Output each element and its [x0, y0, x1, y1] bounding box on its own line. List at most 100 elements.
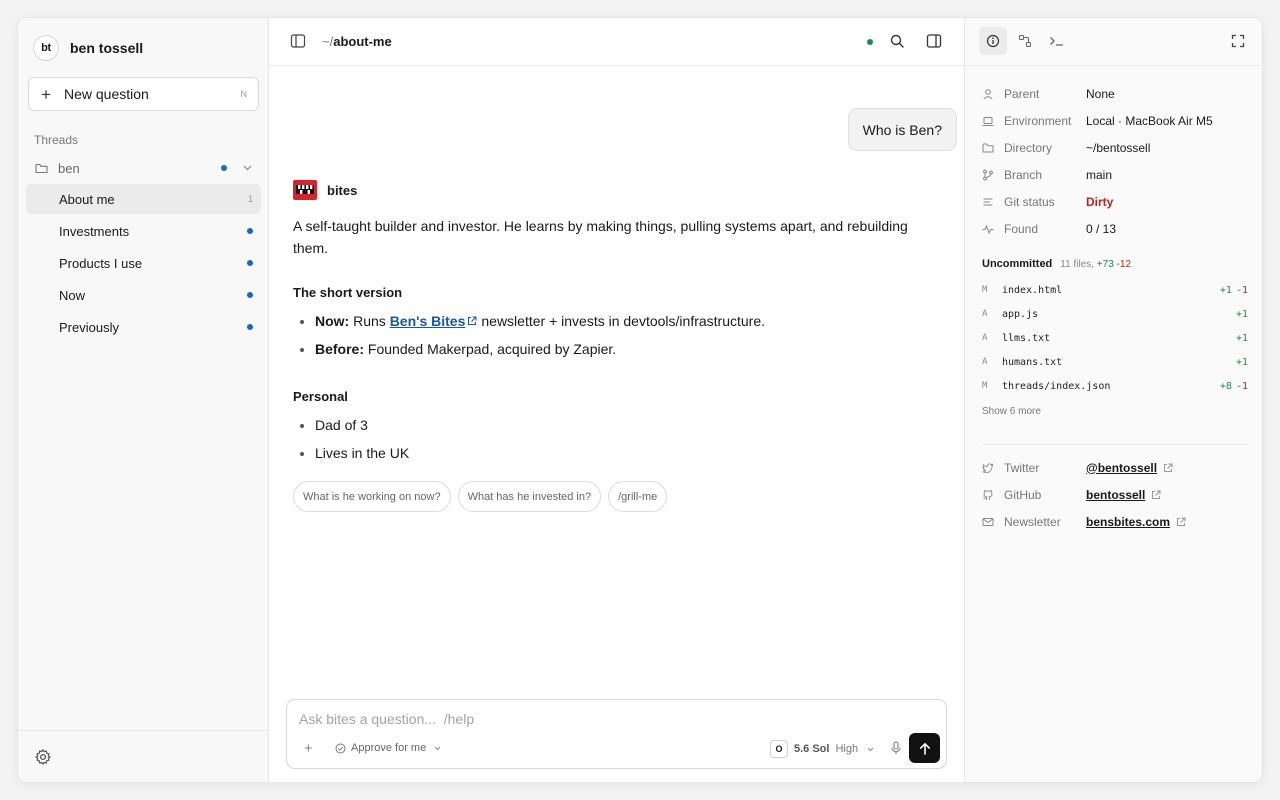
- chevron-down-icon[interactable]: [243, 165, 252, 171]
- show-more-link[interactable]: Show 6 more: [982, 406, 1041, 417]
- prop-value: ~/bentossell: [1086, 140, 1151, 155]
- folder-icon: [982, 142, 994, 154]
- lines-removed: -12: [1116, 259, 1131, 270]
- file-row[interactable]: M index.html +1 -1: [982, 278, 1248, 302]
- properties-list: Parent None Environment Local · MacBook …: [982, 80, 1248, 242]
- file-name: app.js: [1002, 308, 1039, 320]
- uncommitted-summary: 11 files, +73 -12: [1060, 259, 1131, 270]
- arrow-up-icon: [919, 742, 931, 755]
- file-additions: +8: [1219, 380, 1232, 392]
- panel-toggle-icon[interactable]: [926, 33, 942, 49]
- unread-dot: [247, 324, 253, 330]
- suggestion-chip[interactable]: What is he working on now?: [293, 481, 451, 512]
- file-row[interactable]: M threads/index.json +8 -1: [982, 374, 1248, 398]
- new-question-button[interactable]: + New question N: [28, 77, 259, 111]
- chevron-down-icon: [434, 746, 441, 751]
- tab-graph[interactable]: [1011, 27, 1039, 55]
- prop-git-status: Git status Dirty: [982, 188, 1248, 215]
- thread-name: Previously: [59, 319, 119, 335]
- suggestion-chips: What is he working on now? What has he i…: [293, 481, 941, 512]
- before-label: Before:: [315, 341, 365, 357]
- top-bar: ~/about-me: [269, 18, 964, 66]
- user-message: Who is Ben?: [847, 108, 957, 151]
- suggestion-chip[interactable]: What has he invested in?: [457, 481, 602, 512]
- github-icon: [982, 489, 994, 501]
- folder-row-ben[interactable]: ben: [26, 156, 261, 180]
- file-row[interactable]: A app.js +1: [982, 302, 1248, 326]
- link-key: Twitter: [1004, 460, 1040, 475]
- tab-terminal[interactable]: [1043, 27, 1071, 55]
- github-link[interactable]: bentossell: [1086, 488, 1145, 502]
- file-row[interactable]: A humans.txt +1: [982, 350, 1248, 374]
- answer-intro: A self-taught builder and investor. He l…: [293, 218, 908, 256]
- newsletter-link[interactable]: bensbites.com: [1086, 515, 1170, 529]
- new-question-label: New question: [64, 86, 149, 102]
- chevron-down-icon: [867, 747, 874, 752]
- user-name: ben tossell: [70, 40, 144, 56]
- file-name: humans.txt: [1002, 356, 1063, 368]
- status-indicator: [867, 39, 873, 45]
- user-profile[interactable]: bt ben tossell: [33, 35, 143, 61]
- bot-name: bites: [327, 182, 358, 198]
- assistant-answer: bites A self-taught builder and investor…: [293, 179, 941, 512]
- thread-item-now[interactable]: Now: [26, 280, 261, 310]
- laptop-icon: [982, 115, 994, 127]
- nodes-icon: [1018, 34, 1032, 48]
- thread-count: 1: [247, 194, 253, 204]
- effort-level: High: [835, 743, 859, 755]
- lines-icon: [982, 196, 994, 208]
- thread-item-about-me[interactable]: About me 1: [26, 184, 261, 214]
- file-row[interactable]: A llms.txt +1: [982, 326, 1248, 350]
- thread-item-products-i-use[interactable]: Products I use: [26, 248, 261, 278]
- unread-dot: [247, 260, 253, 266]
- breadcrumb: ~/about-me: [322, 34, 392, 49]
- info-icon: [986, 34, 1000, 48]
- prop-key: Git status: [1004, 194, 1055, 209]
- unread-dot: [247, 228, 253, 234]
- approve-mode-select[interactable]: Approve for me: [335, 742, 441, 754]
- microphone-icon[interactable]: [890, 741, 902, 755]
- bens-bites-link[interactable]: Ben's Bites: [390, 313, 466, 329]
- bot-header: bites: [293, 179, 941, 201]
- attach-plus-icon[interactable]: +: [304, 740, 313, 757]
- terminal-icon: [1049, 35, 1065, 47]
- thread-name: Products I use: [59, 255, 143, 271]
- model-select[interactable]: O 5.6 Sol High: [770, 740, 874, 758]
- sidebar-footer: [18, 730, 268, 782]
- suggestion-chip[interactable]: /grill-me: [608, 481, 668, 512]
- thread-list: About me 1 Investments Products I use No…: [26, 184, 261, 344]
- sidebar-toggle-icon[interactable]: [290, 33, 306, 49]
- thread-item-investments[interactable]: Investments: [26, 216, 261, 246]
- prop-found: Found 0 / 13: [982, 215, 1248, 242]
- unread-dot: [221, 165, 227, 171]
- prop-value: 0 / 13: [1086, 221, 1117, 236]
- list-item: Dad of 3: [315, 411, 941, 439]
- unread-dot: [247, 292, 253, 298]
- expand-button[interactable]: [1224, 27, 1252, 55]
- link-row-github: GitHub bentossell: [982, 481, 1248, 508]
- file-additions: +1: [1235, 356, 1248, 368]
- question-input[interactable]: [299, 709, 899, 729]
- file-status: M: [982, 285, 988, 295]
- app-window: bt ben tossell + New question N Threads …: [17, 17, 1263, 783]
- now-label: Now:: [315, 313, 350, 329]
- prop-key: Directory: [1004, 140, 1053, 155]
- send-button[interactable]: [909, 733, 940, 763]
- thread-item-previously[interactable]: Previously: [26, 312, 261, 342]
- uncommitted-header: Uncommitted 11 files, +73 -12: [982, 258, 1131, 270]
- divider: [982, 444, 1248, 445]
- file-status: A: [982, 357, 988, 367]
- search-icon[interactable]: [889, 33, 905, 49]
- gear-icon[interactable]: [34, 748, 52, 766]
- changed-files-list: M index.html +1 -1 A app.js +1 A llms.tx…: [982, 278, 1248, 398]
- prop-directory: Directory ~/bentossell: [982, 134, 1248, 161]
- external-link-icon: [1163, 463, 1173, 473]
- file-additions: +1: [1219, 284, 1232, 296]
- twitter-link[interactable]: @bentossell: [1086, 461, 1157, 475]
- details-panel: Parent None Environment Local · MacBook …: [964, 18, 1262, 782]
- panel-tabs: [965, 18, 1262, 66]
- tab-info[interactable]: [979, 27, 1007, 55]
- link-row-twitter: Twitter @bentossell: [982, 454, 1248, 481]
- prop-value: main: [1086, 167, 1113, 182]
- path-prefix: ~/: [322, 34, 334, 49]
